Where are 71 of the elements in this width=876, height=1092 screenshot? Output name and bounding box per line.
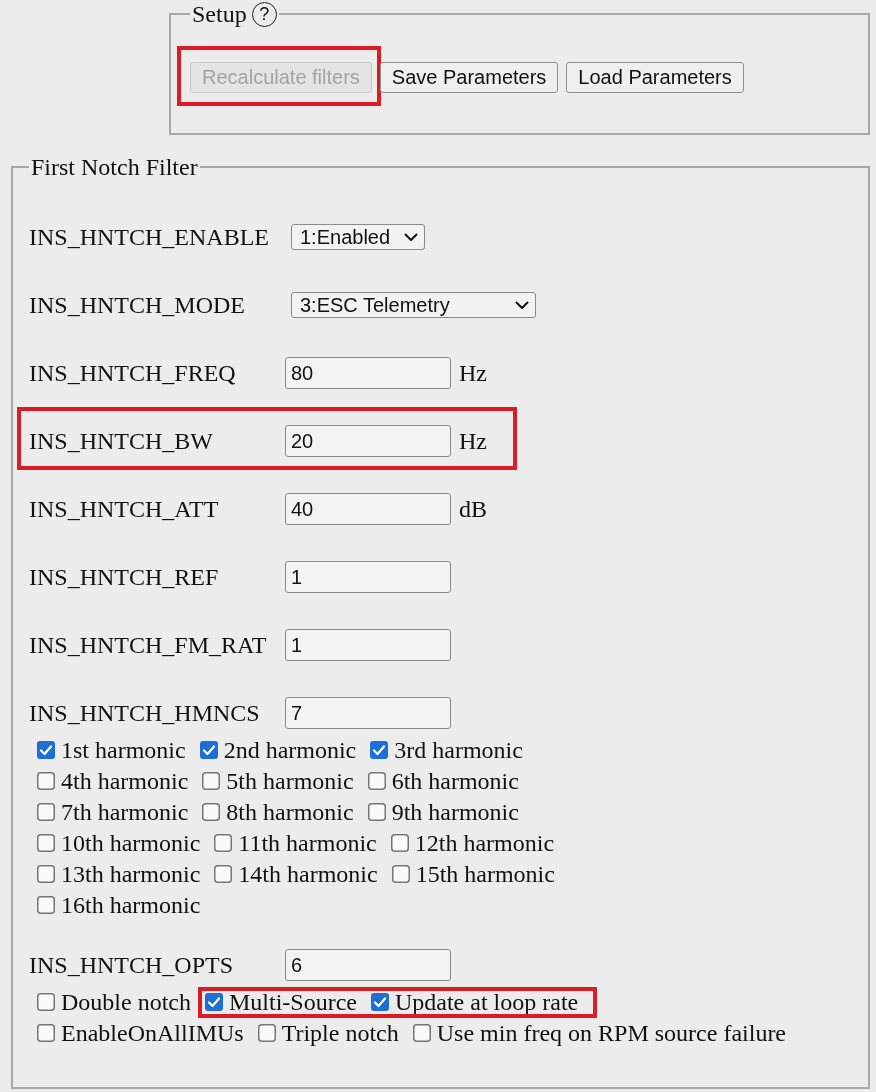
param-label: INS_HNTCH_OPTS: [29, 951, 235, 979]
text-field[interactable]: 1: [285, 629, 451, 661]
param-label: INS_HNTCH_REF: [29, 563, 220, 591]
checkbox[interactable]: [367, 771, 386, 790]
checkbox[interactable]: [202, 802, 221, 821]
checkbox[interactable]: [199, 740, 218, 759]
text-field[interactable]: 20: [285, 425, 451, 457]
checkbox[interactable]: [412, 1023, 431, 1042]
param-label: INS_HNTCH_MODE: [29, 291, 246, 319]
checkbox-label: 2nd harmonic: [223, 735, 357, 764]
action-button[interactable]: Save Parameters: [379, 62, 559, 93]
checkbox-label: 8th harmonic: [226, 797, 354, 826]
checkbox[interactable]: [370, 740, 389, 759]
checkbox[interactable]: [391, 864, 410, 883]
checkbox[interactable]: [205, 992, 223, 1011]
text-field[interactable]: 6: [285, 949, 451, 981]
checkbox-label: 9th harmonic: [391, 797, 519, 826]
param-label: INS_HNTCH_FREQ: [29, 359, 237, 387]
chevron-down-icon: [404, 232, 419, 242]
text-field[interactable]: 7: [285, 697, 451, 729]
checkbox-label: 7th harmonic: [61, 797, 189, 826]
dropdown[interactable]: 1:Enabled: [291, 224, 426, 250]
checkbox-label: 6th harmonic: [391, 766, 519, 795]
checkbox[interactable]: [37, 740, 55, 759]
checkbox-label: 5th harmonic: [226, 766, 354, 795]
checkbox[interactable]: [214, 833, 233, 852]
checkbox-label: Double notch: [61, 987, 191, 1016]
checkbox[interactable]: [37, 833, 55, 852]
section-title: Setup: [192, 0, 247, 28]
unit-label: Hz: [459, 359, 487, 387]
checkbox-label: 14th harmonic: [238, 859, 378, 888]
checkbox[interactable]: [37, 771, 55, 790]
checkbox[interactable]: [370, 992, 389, 1011]
checkbox[interactable]: [37, 895, 55, 914]
section-title: First Notch Filter: [31, 153, 198, 181]
checkbox[interactable]: [390, 833, 409, 852]
checkbox[interactable]: [214, 864, 233, 883]
checkbox-label: Multi-Source: [229, 987, 357, 1016]
param-label: INS_HNTCH_ENABLE: [29, 223, 270, 251]
action-button[interactable]: Load Parameters: [566, 62, 744, 93]
dropdown[interactable]: 3:ESC Telemetry: [291, 292, 536, 318]
checkbox[interactable]: [37, 864, 55, 883]
checkbox-label: Triple notch: [281, 1018, 399, 1047]
param-label: INS_HNTCH_HMNCS: [29, 699, 261, 727]
text-field[interactable]: 40: [285, 493, 451, 525]
param-label: INS_HNTCH_ATT: [29, 495, 220, 523]
checkbox[interactable]: [37, 992, 55, 1011]
checkbox[interactable]: [202, 771, 221, 790]
checkbox[interactable]: [367, 802, 386, 821]
checkbox[interactable]: [257, 1023, 276, 1042]
checkbox-label: 4th harmonic: [61, 766, 189, 795]
checkbox-label: Use min freq on RPM source failure: [436, 1018, 787, 1047]
text-field[interactable]: 80: [285, 357, 451, 389]
checkbox-label: 12th harmonic: [414, 828, 555, 857]
checkbox-label: 15th harmonic: [415, 859, 555, 888]
checkbox-label: Update at loop rate: [394, 987, 579, 1016]
checkbox[interactable]: [37, 802, 55, 821]
unit-label: dB: [459, 495, 487, 523]
checkbox-label: EnableOnAllIMUs: [61, 1018, 244, 1047]
text-field[interactable]: 1: [285, 561, 451, 593]
chevron-down-icon: [515, 300, 529, 310]
checkbox-label: 10th harmonic: [61, 828, 201, 857]
param-label: INS_HNTCH_BW: [29, 427, 214, 455]
checkbox-label: 3rd harmonic: [394, 735, 523, 764]
unit-label: Hz: [459, 427, 487, 455]
checkbox-label: 1st harmonic: [61, 735, 186, 764]
checkbox-label: 16th harmonic: [61, 890, 201, 919]
param-label: INS_HNTCH_FM_RAT: [29, 631, 268, 659]
checkbox[interactable]: [37, 1023, 55, 1042]
checkbox-label: 11th harmonic: [238, 828, 377, 857]
checkbox-label: 13th harmonic: [61, 859, 201, 888]
